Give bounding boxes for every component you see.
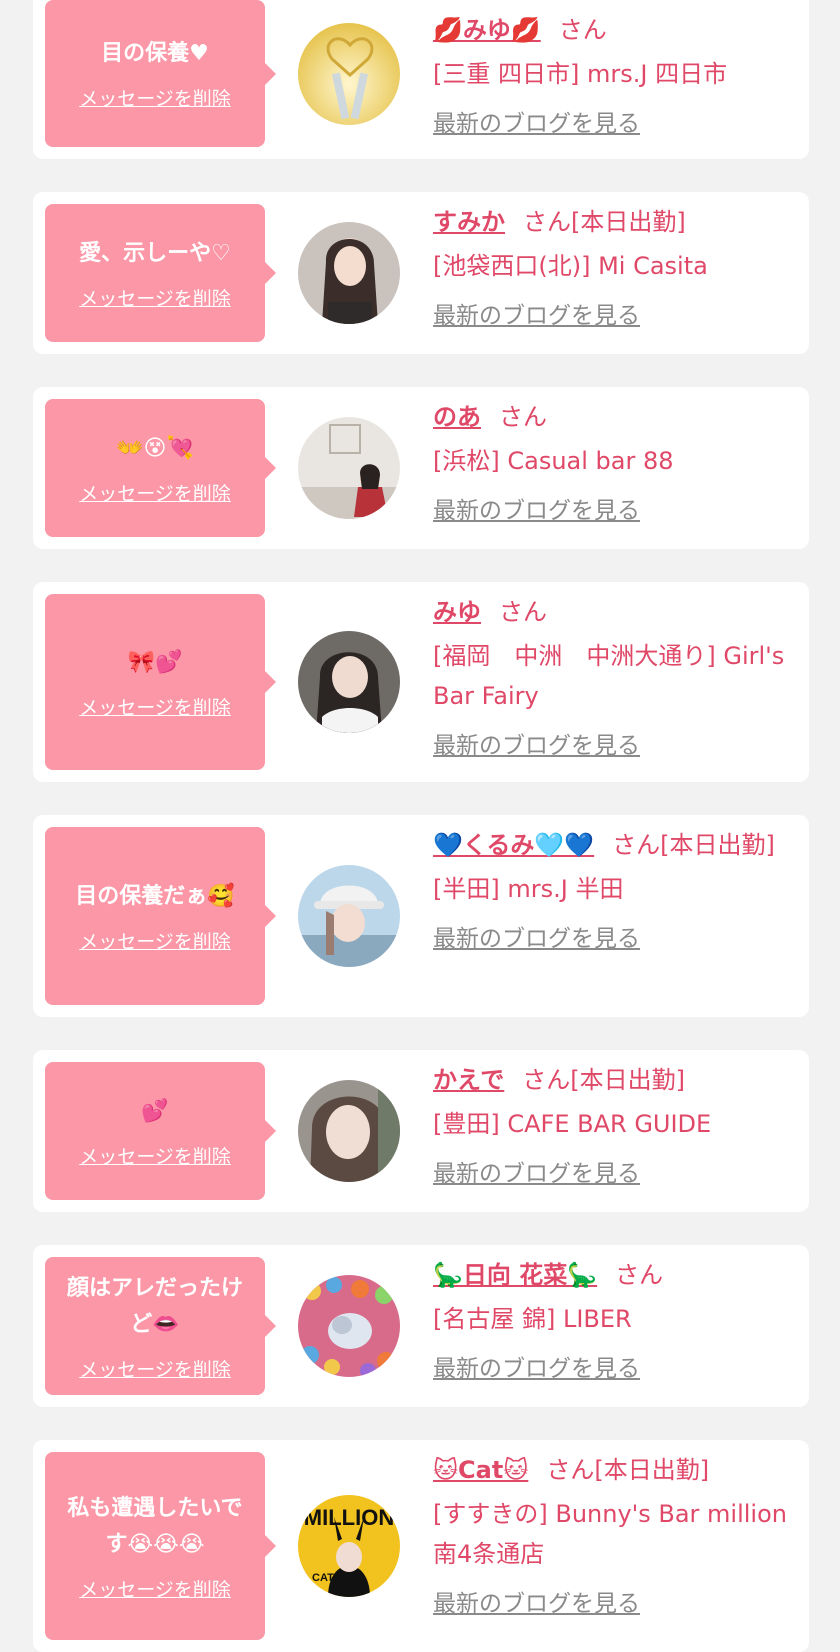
message-text: 顔はアレだったけど👄 xyxy=(66,1275,243,1337)
cast-name-link[interactable]: 💙くるみ🩵💙 xyxy=(433,831,594,859)
shop-name: [半田] mrs.J 半田 xyxy=(433,875,624,903)
delete-message-link[interactable]: メッセージを削除 xyxy=(79,284,231,311)
delete-message-link[interactable]: メッセージを削除 xyxy=(79,84,231,111)
cast-info: 💙くるみ🩵💙 さん[本日出勤] [半田] mrs.J 半田 最新のブログを見る xyxy=(433,825,793,958)
cast-info: すみか さん[本日出勤] [池袋西口(北)] Mi Casita 最新のブログを見… xyxy=(433,202,793,335)
latest-blog-link[interactable]: 最新のブログを見る xyxy=(433,300,640,332)
message-text: 愛、示しーや♡ xyxy=(79,240,231,266)
message-bubble: 愛、示しーや♡ メッセージを削除 xyxy=(45,204,276,342)
avatar[interactable] xyxy=(298,865,400,967)
cast-name-link[interactable]: すみか xyxy=(433,208,505,236)
avatar[interactable]: MILLION CAT xyxy=(298,1495,400,1597)
message-text: 💕 xyxy=(141,1098,169,1124)
cast-name-link[interactable]: かえで xyxy=(433,1066,504,1094)
cast-info: のあ さん [浜松] Casual bar 88 最新のブログを見る xyxy=(433,397,793,530)
cast-name-link[interactable]: 🐱Cat🐱 xyxy=(433,1456,528,1484)
message-text: 目の保養だぁ🥰 xyxy=(75,883,235,909)
message-card: 顔はアレだったけど👄 メッセージを削除 🦕日向 花菜🦕 さん [名古屋 錦] LI… xyxy=(33,1245,809,1407)
cast-name-link[interactable]: のあ xyxy=(433,403,481,431)
avatar-tag-text: CAT xyxy=(312,1572,334,1584)
avatar[interactable] xyxy=(298,417,400,519)
message-card: 目の保養だぁ🥰 メッセージを削除 💙くるみ🩵💙 さん[本日出勤] [半田] mrs… xyxy=(33,815,809,1017)
delete-message-link[interactable]: メッセージを削除 xyxy=(79,1575,231,1602)
message-text: 私も遭遇したいです😭😭😭 xyxy=(67,1495,243,1557)
shop-name: [福岡 中洲 中洲大通り] Girl's Bar Fairy xyxy=(433,642,785,710)
message-bubble: 💕 メッセージを削除 xyxy=(45,1062,276,1200)
shop-name: [浜松] Casual bar 88 xyxy=(433,447,674,475)
latest-blog-link[interactable]: 最新のブログを見る xyxy=(433,1353,640,1385)
latest-blog-link[interactable]: 最新のブログを見る xyxy=(433,495,640,527)
message-text: 目の保養♥ xyxy=(101,41,209,66)
name-suffix: さん xyxy=(499,403,547,431)
cast-name-link[interactable]: みゆ xyxy=(433,598,481,626)
name-suffix: さん[本日出勤] xyxy=(546,1456,710,1484)
cast-info: 🦕日向 花菜🦕 さん [名古屋 錦] LIBER 最新のブログを見る xyxy=(433,1255,793,1388)
message-card: 目の保養♥ メッセージを削除 💋みゆ💋 さん [三重 四日市] mrs.J 四日市… xyxy=(33,0,809,159)
message-card: 私も遭遇したいです😭😭😭 メッセージを削除 MILLION CAT 🐱Cat🐱 さ… xyxy=(33,1440,809,1652)
avatar[interactable] xyxy=(298,22,400,125)
message-card: 👐😵💘 メッセージを削除 のあ さん [浜松] Casual bar 88 最新の… xyxy=(33,387,809,549)
delete-message-link[interactable]: メッセージを削除 xyxy=(79,927,231,954)
avatar[interactable] xyxy=(298,1275,400,1377)
shop-name: [豊田] CAFE BAR GUIDE xyxy=(433,1110,712,1138)
latest-blog-link[interactable]: 最新のブログを見る xyxy=(433,108,640,140)
cast-info: 💋みゆ💋 さん [三重 四日市] mrs.J 四日市 最新のブログを見る xyxy=(433,10,793,143)
message-text: 🎀💕 xyxy=(127,649,183,675)
delete-message-link[interactable]: メッセージを削除 xyxy=(79,1142,231,1169)
latest-blog-link[interactable]: 最新のブログを見る xyxy=(433,1588,640,1620)
shop-name: [池袋西口(北)] Mi Casita xyxy=(433,252,708,280)
avatar[interactable] xyxy=(298,631,400,733)
delete-message-link[interactable]: メッセージを削除 xyxy=(79,693,231,720)
cast-info: みゆ さん [福岡 中洲 中洲大通り] Girl's Bar Fairy 最新のブ… xyxy=(433,592,793,765)
shop-name: [すすきの] Bunny's Bar million 南4条通店 xyxy=(433,1500,787,1568)
avatar[interactable] xyxy=(298,1080,400,1182)
shop-name: [名古屋 錦] LIBER xyxy=(433,1305,632,1333)
delete-message-link[interactable]: メッセージを削除 xyxy=(79,1355,231,1382)
message-card: 💕 メッセージを削除 かえで さん[本日出勤] [豊田] CAFE BAR GUI… xyxy=(33,1050,809,1212)
message-bubble: 目の保養だぁ🥰 メッセージを削除 xyxy=(45,827,276,1005)
latest-blog-link[interactable]: 最新のブログを見る xyxy=(433,1158,640,1190)
shop-name: [三重 四日市] mrs.J 四日市 xyxy=(433,60,728,88)
name-suffix: さん xyxy=(499,598,547,626)
cast-name-link[interactable]: 🦕日向 花菜🦕 xyxy=(433,1261,597,1289)
cast-info: 🐱Cat🐱 さん[本日出勤] [すすきの] Bunny's Bar million… xyxy=(433,1450,793,1623)
avatar-logo-text: MILLION xyxy=(304,1505,394,1530)
cast-info: かえで さん[本日出勤] [豊田] CAFE BAR GUIDE 最新のブログを見… xyxy=(433,1060,793,1193)
message-text: 👐😵💘 xyxy=(116,435,194,461)
cast-name-link[interactable]: 💋みゆ💋 xyxy=(433,16,541,44)
message-card: 🎀💕 メッセージを削除 みゆ さん [福岡 中洲 中洲大通り] Girl's Ba… xyxy=(33,582,809,782)
delete-message-link[interactable]: メッセージを削除 xyxy=(79,479,231,506)
name-suffix: さん[本日出勤] xyxy=(523,208,686,236)
name-suffix: さん xyxy=(558,16,607,44)
avatar[interactable] xyxy=(298,222,400,324)
latest-blog-link[interactable]: 最新のブログを見る xyxy=(433,923,640,955)
latest-blog-link[interactable]: 最新のブログを見る xyxy=(433,730,640,762)
message-bubble: 目の保養♥ メッセージを削除 xyxy=(45,0,276,147)
message-bubble: 私も遭遇したいです😭😭😭 メッセージを削除 xyxy=(45,1452,276,1640)
message-bubble: 👐😵💘 メッセージを削除 xyxy=(45,399,276,537)
name-suffix: さん xyxy=(615,1261,664,1289)
name-suffix: さん[本日出勤] xyxy=(612,831,775,859)
name-suffix: さん[本日出勤] xyxy=(522,1066,686,1094)
message-card: 愛、示しーや♡ メッセージを削除 すみか さん[本日出勤] [池袋西口(北)] M… xyxy=(33,192,809,354)
message-bubble: 🎀💕 メッセージを削除 xyxy=(45,594,276,770)
message-bubble: 顔はアレだったけど👄 メッセージを削除 xyxy=(45,1257,276,1395)
